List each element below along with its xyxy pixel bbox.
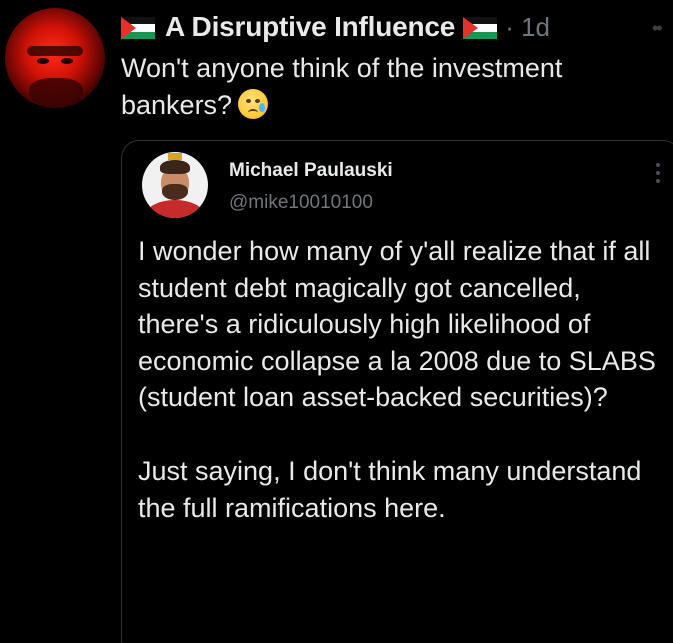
quoted-tweet-text: I wonder how many of y'all realize that … bbox=[138, 233, 668, 526]
quoted-author-handle[interactable]: @mike10010100 bbox=[229, 192, 373, 214]
avatar-eye-left bbox=[37, 58, 49, 64]
more-dots-icon[interactable]: •• bbox=[652, 18, 663, 39]
crying-face-emoji bbox=[238, 89, 269, 119]
palestine-flag-icon bbox=[463, 17, 498, 39]
tweet-timestamp[interactable]: · 1d bbox=[505, 12, 550, 43]
author-avatar[interactable] bbox=[5, 8, 105, 108]
quoted-tweet-card[interactable]: Michael Paulauski @mike10010100 I wonder… bbox=[121, 140, 673, 643]
quoted-author-avatar[interactable] bbox=[142, 152, 208, 218]
quoted-paragraph-1: I wonder how many of y'all realize that … bbox=[138, 236, 656, 413]
quoted-paragraph-2: Just saying, I don't think many understa… bbox=[138, 455, 642, 523]
palestine-flag-icon bbox=[121, 17, 155, 39]
quoted-author-name[interactable]: Michael Paulauski bbox=[229, 160, 393, 182]
vertical-more-icon[interactable] bbox=[656, 163, 662, 183]
avatar-beard bbox=[29, 78, 83, 108]
author-name[interactable]: A Disruptive Influence bbox=[165, 11, 455, 43]
avatar-brow bbox=[27, 46, 83, 56]
avatar-eye-right bbox=[61, 58, 73, 64]
tweet-text-content: Won't anyone think of the investment ban… bbox=[121, 53, 563, 120]
tweet-text: Won't anyone think of the investment ban… bbox=[121, 50, 661, 124]
tweet-header: A Disruptive Influence · 1d bbox=[121, 9, 550, 45]
